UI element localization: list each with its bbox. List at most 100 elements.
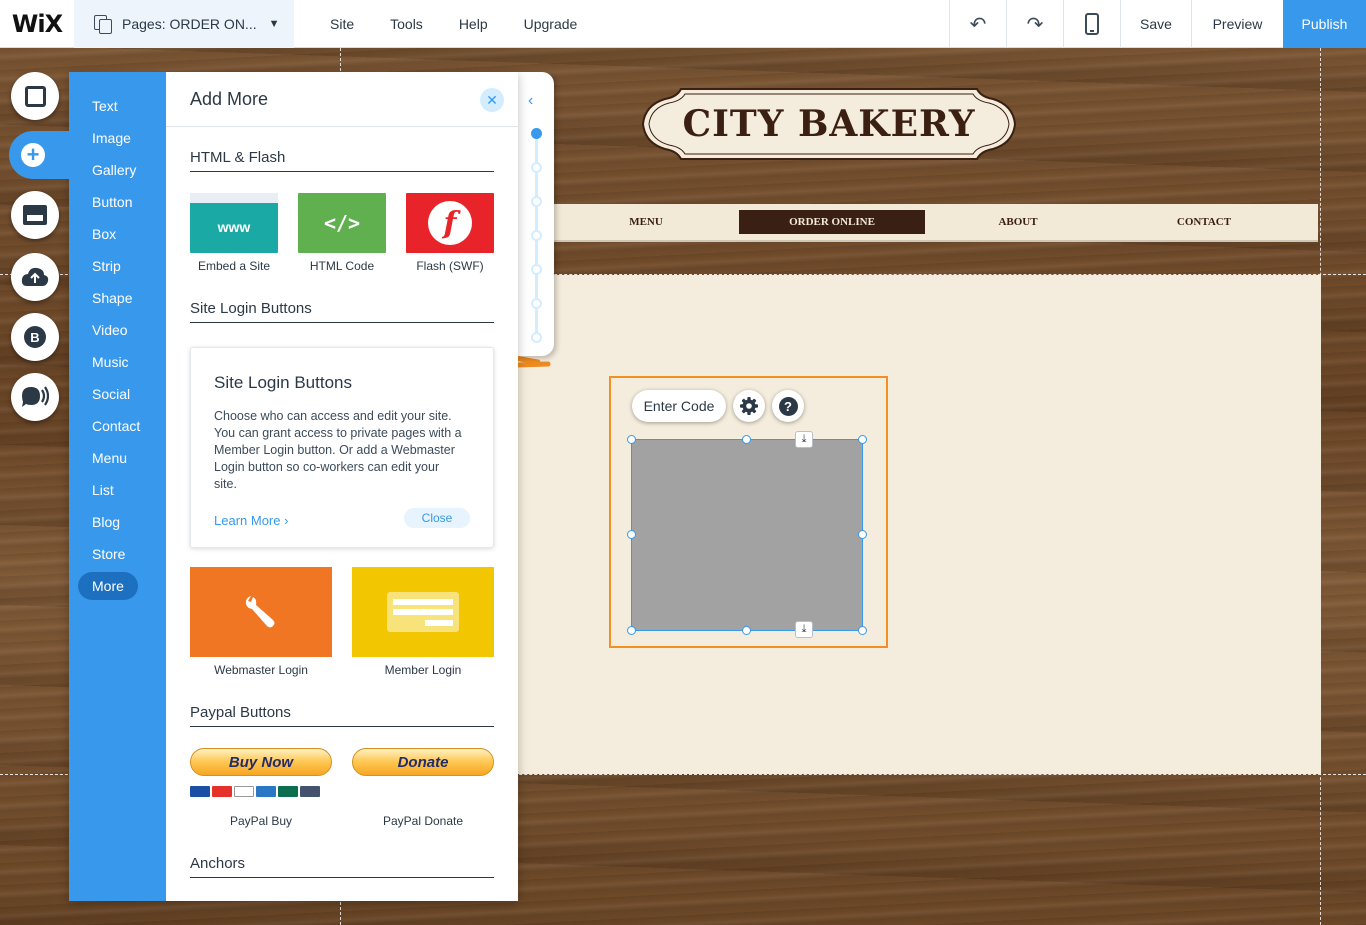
menu-tools[interactable]: Tools — [390, 16, 423, 32]
category-list: Text Image Gallery Button Box Strip Shap… — [69, 72, 166, 901]
resize-handle[interactable] — [742, 626, 751, 635]
category-music[interactable]: Music — [69, 346, 166, 378]
member-login-tile[interactable] — [352, 567, 494, 657]
category-blog[interactable]: Blog — [69, 506, 166, 538]
blog-button[interactable]: B — [11, 313, 59, 361]
publish-button[interactable]: Publish — [1283, 0, 1366, 48]
flash-tile[interactable]: f — [406, 193, 494, 253]
wix-logo[interactable]: WiX — [0, 0, 74, 48]
embed-site-tile[interactable]: www — [190, 193, 278, 253]
info-card-body: Choose who can access and edit your site… — [214, 409, 462, 491]
html-code-tile[interactable]: </> — [298, 193, 386, 253]
webmaster-login-tile[interactable] — [190, 567, 332, 657]
add-button[interactable]: + — [9, 131, 73, 179]
close-icon[interactable]: ✕ — [480, 88, 504, 112]
preview-button[interactable]: Preview — [1191, 0, 1283, 48]
help-button[interactable]: ? — [772, 390, 804, 422]
save-button[interactable]: Save — [1120, 0, 1191, 48]
undo-icon: ↶ — [969, 13, 987, 36]
learn-more-link[interactable]: Learn More › — [214, 513, 288, 528]
info-card-close-button[interactable]: Close — [404, 508, 470, 528]
app-market-icon — [23, 205, 47, 225]
menu-site[interactable]: Site — [330, 16, 354, 32]
menu-upgrade[interactable]: Upgrade — [524, 16, 578, 32]
blog-icon: B — [24, 326, 46, 348]
paypal-buy-now-button[interactable]: Buy Now — [190, 748, 332, 776]
category-shape[interactable]: Shape — [69, 282, 166, 314]
stretch-icon[interactable]: ⤓ — [795, 431, 813, 448]
category-list[interactable]: List — [69, 474, 166, 506]
top-bar-actions: ↶ ↷ Save Preview Publish — [949, 0, 1366, 48]
mobile-icon — [1085, 13, 1099, 35]
category-contact[interactable]: Contact — [69, 410, 166, 442]
category-video[interactable]: Video — [69, 314, 166, 346]
embed-site-caption: Embed a Site — [197, 259, 271, 273]
settings-button[interactable] — [733, 390, 765, 422]
login-form-icon — [387, 592, 459, 632]
panel-scroll-nav: ‹ — [518, 72, 554, 356]
category-gallery[interactable]: Gallery — [69, 154, 166, 186]
scroll-dot[interactable] — [531, 230, 542, 241]
menu-help[interactable]: Help — [459, 16, 488, 32]
site-title-sign[interactable]: CITY BAKERY — [641, 83, 1017, 165]
category-box[interactable]: Box — [69, 218, 166, 250]
enter-code-button[interactable]: Enter Code — [632, 390, 726, 422]
top-bar: WiX Pages: ORDER ON... ▼ Site Tools Help… — [0, 0, 1366, 48]
section-paypal: Paypal Buttons — [190, 704, 494, 727]
info-card-title: Site Login Buttons — [214, 373, 352, 392]
nav-contact[interactable]: CONTACT — [1111, 210, 1297, 234]
redo-button[interactable]: ↷ — [1006, 0, 1063, 48]
resize-handle[interactable] — [627, 530, 636, 539]
code-icon: </> — [323, 211, 361, 235]
upload-button[interactable] — [11, 253, 59, 301]
stretch-icon[interactable]: ⤓ — [795, 621, 813, 638]
resize-handle[interactable] — [858, 530, 867, 539]
pages-icon — [94, 14, 112, 34]
category-button[interactable]: Button — [69, 186, 166, 218]
resize-handle[interactable] — [627, 626, 636, 635]
scroll-dot[interactable] — [531, 332, 542, 343]
category-menu[interactable]: Menu — [69, 442, 166, 474]
category-strip[interactable]: Strip — [69, 250, 166, 282]
credit-cards-icon — [190, 786, 320, 797]
scroll-dot[interactable] — [531, 264, 542, 275]
category-social[interactable]: Social — [69, 378, 166, 410]
chat-icon — [22, 386, 49, 407]
section-html-flash: HTML & Flash — [190, 149, 494, 172]
scroll-dot[interactable] — [531, 162, 542, 173]
html-code-element[interactable] — [631, 439, 863, 631]
app-market-button[interactable] — [11, 191, 59, 239]
scroll-dot[interactable] — [531, 196, 542, 207]
add-icon: + — [21, 143, 45, 167]
resize-handle[interactable] — [858, 435, 867, 444]
background-button[interactable] — [11, 72, 59, 120]
collapse-chevron-icon[interactable]: ‹ — [528, 92, 533, 110]
wrench-icon — [245, 596, 275, 628]
category-text[interactable]: Text — [69, 90, 166, 122]
resize-handle[interactable] — [742, 435, 751, 444]
resize-handle[interactable] — [627, 435, 636, 444]
mobile-view-button[interactable] — [1063, 0, 1120, 48]
section-site-login: Site Login Buttons — [190, 300, 494, 323]
chat-button[interactable] — [11, 373, 59, 421]
webmaster-login-caption: Webmaster Login — [214, 663, 308, 677]
background-icon — [24, 85, 46, 107]
undo-button[interactable]: ↶ — [949, 0, 1006, 48]
nav-menu[interactable]: MENU — [553, 210, 739, 234]
section-anchors: Anchors — [190, 855, 494, 878]
nav-order-online[interactable]: ORDER ONLINE — [739, 210, 925, 234]
category-store[interactable]: Store — [69, 538, 166, 570]
scroll-dot[interactable] — [531, 298, 542, 309]
resize-handle[interactable] — [858, 626, 867, 635]
panel-header: Add More ✕ — [166, 72, 518, 127]
html-code-caption: HTML Code — [309, 259, 375, 273]
paypal-donate-button[interactable]: Donate — [352, 748, 494, 776]
scroll-dot-active[interactable] — [531, 128, 542, 139]
category-more[interactable]: More — [78, 572, 138, 600]
add-panel-content: Add More ✕ HTML & Flash www Embed a Site… — [166, 72, 518, 901]
browser-bar — [190, 193, 278, 203]
nav-about[interactable]: ABOUT — [925, 210, 1111, 234]
category-image[interactable]: Image — [69, 122, 166, 154]
redo-icon: ↷ — [1026, 13, 1044, 36]
pages-dropdown[interactable]: Pages: ORDER ON... ▼ — [74, 0, 294, 48]
